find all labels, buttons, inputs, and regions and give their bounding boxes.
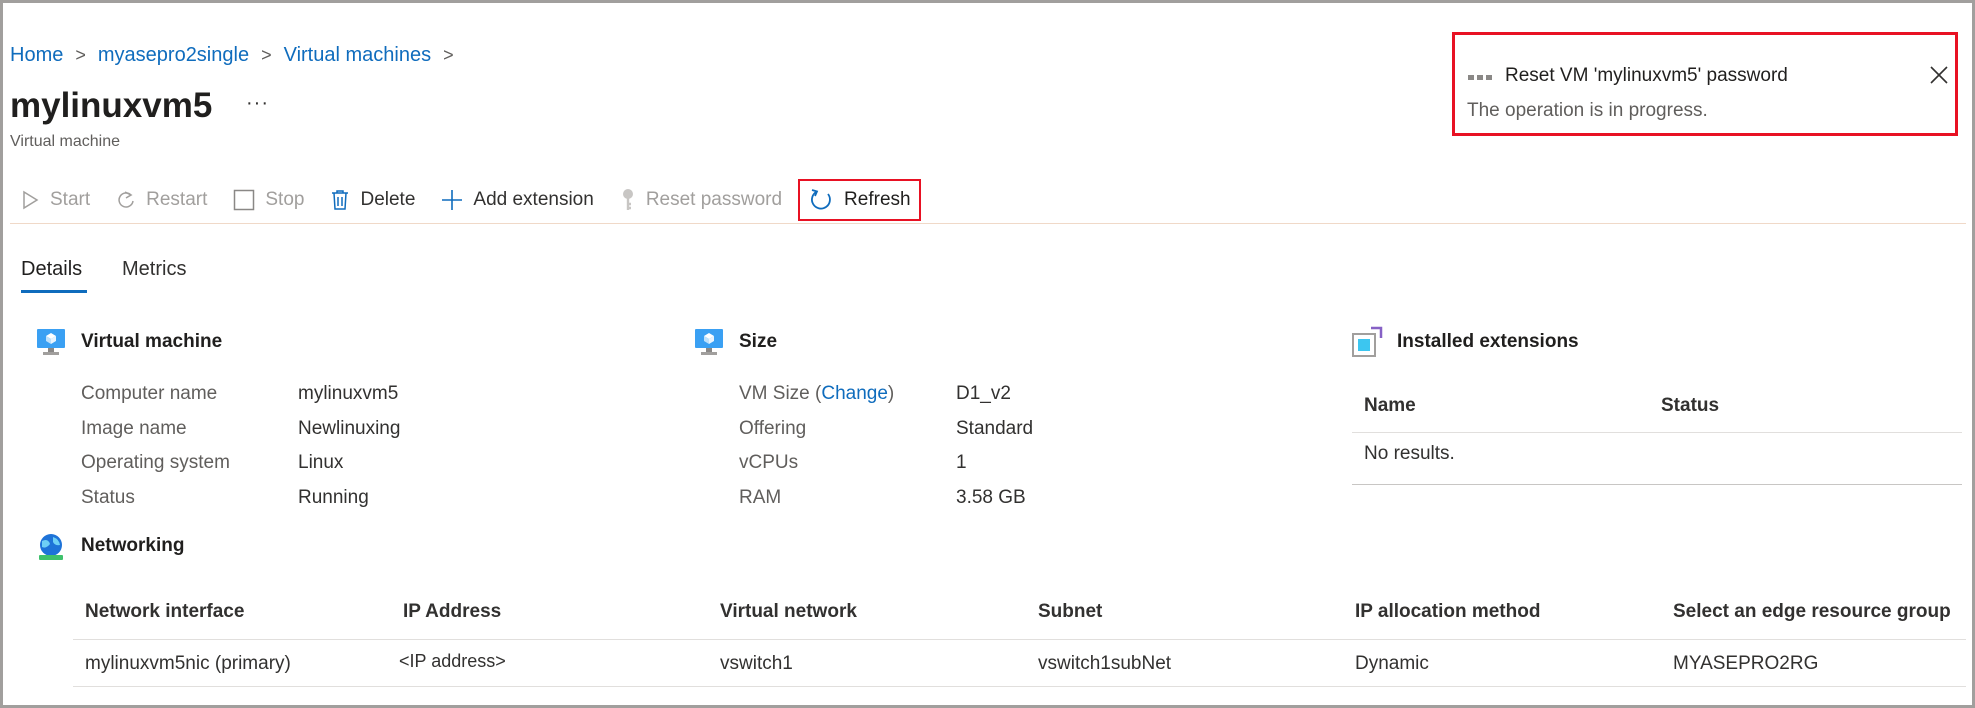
vm-size-label-suffix: ) (887, 383, 895, 404)
net-col-ip-allocation: IP allocation method (1355, 601, 1541, 622)
extensions-column-status: Status (1661, 395, 1720, 416)
breadcrumb-separator-icon: > (443, 45, 454, 65)
size-section-title: Size (739, 331, 778, 352)
breadcrumb-resource[interactable]: myasepro2single (98, 44, 249, 67)
net-row-divider (73, 686, 1966, 687)
toolbar-divider (10, 223, 1966, 224)
net-col-edge-resource-group: Select an edge resource group (1673, 601, 1951, 622)
add-extension-label: Add extension (473, 189, 594, 210)
offering-value: Standard (956, 418, 1034, 439)
vm-size-label: VM Size (Change) (739, 383, 894, 405)
networking-icon (39, 534, 63, 560)
vm-size-value: D1_v2 (956, 383, 1011, 404)
page-title: mylinuxvm5 (10, 86, 213, 125)
notification-message: The operation is in progress. (1467, 100, 1708, 121)
net-row-subnet: vswitch1subNet (1038, 653, 1172, 674)
refresh-icon (811, 189, 831, 210)
tab-details[interactable]: Details (21, 258, 82, 281)
networking-link[interactable]: Networking (81, 535, 184, 557)
size-icon (695, 329, 723, 355)
net-row-ip-allocation: Dynamic (1355, 653, 1429, 674)
operating-system-value: Linux (298, 452, 344, 473)
vcpus-label: vCPUs (739, 452, 799, 473)
progress-dots-icon (1468, 75, 1495, 80)
image-name-value: Newlinuxing (298, 418, 401, 439)
image-name-label: Image name (81, 418, 187, 439)
breadcrumb-separator-icon: > (261, 45, 272, 65)
operating-system-label: Operating system (81, 452, 230, 473)
start-button[interactable]: Start (20, 189, 90, 211)
stop-icon (234, 189, 255, 211)
add-extension-button[interactable]: Add extension (441, 189, 594, 211)
notification-title: Reset VM 'mylinuxvm5' password (1505, 65, 1788, 86)
status-value: Running (298, 487, 369, 508)
reset-password-label: Reset password (645, 189, 783, 210)
breadcrumb: Home > myasepro2single > Virtual machine… (10, 44, 466, 67)
vm-size-label-prefix: VM Size ( (739, 383, 822, 404)
breadcrumb-virtual-machines[interactable]: Virtual machines (284, 44, 431, 67)
breadcrumb-separator-icon: > (75, 45, 86, 65)
virtual-machine-icon (37, 329, 65, 355)
extensions-column-name: Name (1364, 395, 1416, 416)
stop-button[interactable]: Stop (233, 189, 304, 211)
extensions-icon (1352, 326, 1383, 357)
net-row-ip-address: <IP address> (399, 651, 506, 671)
more-options-button[interactable]: ··· (246, 92, 269, 115)
computer-name-value: mylinuxvm5 (298, 383, 399, 404)
plus-icon (442, 190, 463, 210)
restart-label: Restart (146, 189, 208, 210)
computer-name-label: Computer name (81, 383, 218, 404)
offering-label: Offering (739, 418, 807, 439)
installed-extensions-title: Installed extensions (1397, 331, 1579, 352)
restart-icon (118, 191, 134, 208)
net-col-subnet: Subnet (1038, 601, 1103, 622)
delete-label: Delete (360, 189, 416, 210)
vcpus-value: 1 (956, 452, 967, 473)
key-icon (622, 189, 633, 210)
change-size-link[interactable]: Change (821, 383, 888, 404)
play-icon (23, 190, 39, 210)
tab-metrics[interactable]: Metrics (122, 258, 186, 281)
reset-password-button[interactable]: Reset password (620, 188, 782, 212)
vm-section-title: Virtual machine (81, 331, 223, 352)
delete-button[interactable]: Delete (330, 189, 415, 211)
net-header-divider (73, 639, 1966, 640)
net-row-virtual-network: vswitch1 (720, 653, 793, 674)
net-row-edge-resource-group: MYASEPRO2RG (1673, 653, 1819, 674)
command-bar: Start Restart Stop Delete Add extension … (20, 179, 947, 221)
net-col-network-interface: Network interface (85, 601, 245, 622)
ram-value: 3.58 GB (956, 487, 1026, 508)
tab-details-underline (21, 290, 87, 293)
ram-label: RAM (739, 487, 782, 508)
refresh-label: Refresh (844, 189, 911, 210)
net-col-virtual-network: Virtual network (720, 601, 857, 622)
extensions-bottom-divider (1352, 484, 1962, 485)
status-label: Status (81, 487, 135, 508)
net-row-network-interface: mylinuxvm5nic (primary) (85, 653, 291, 674)
notification-toast[interactable]: Reset VM 'mylinuxvm5' password The opera… (1452, 32, 1958, 136)
stop-label: Stop (265, 189, 305, 210)
net-col-ip-address: IP Address (403, 601, 502, 622)
refresh-button[interactable]: Refresh (798, 179, 921, 221)
breadcrumb-home[interactable]: Home (10, 44, 63, 67)
start-label: Start (50, 189, 91, 210)
trash-icon (332, 190, 349, 210)
extensions-empty-message: No results. (1364, 443, 1455, 464)
page-subtitle: Virtual machine (10, 133, 120, 150)
close-icon[interactable] (1927, 63, 1951, 87)
extensions-header-divider (1352, 432, 1962, 433)
restart-button[interactable]: Restart (116, 189, 207, 211)
